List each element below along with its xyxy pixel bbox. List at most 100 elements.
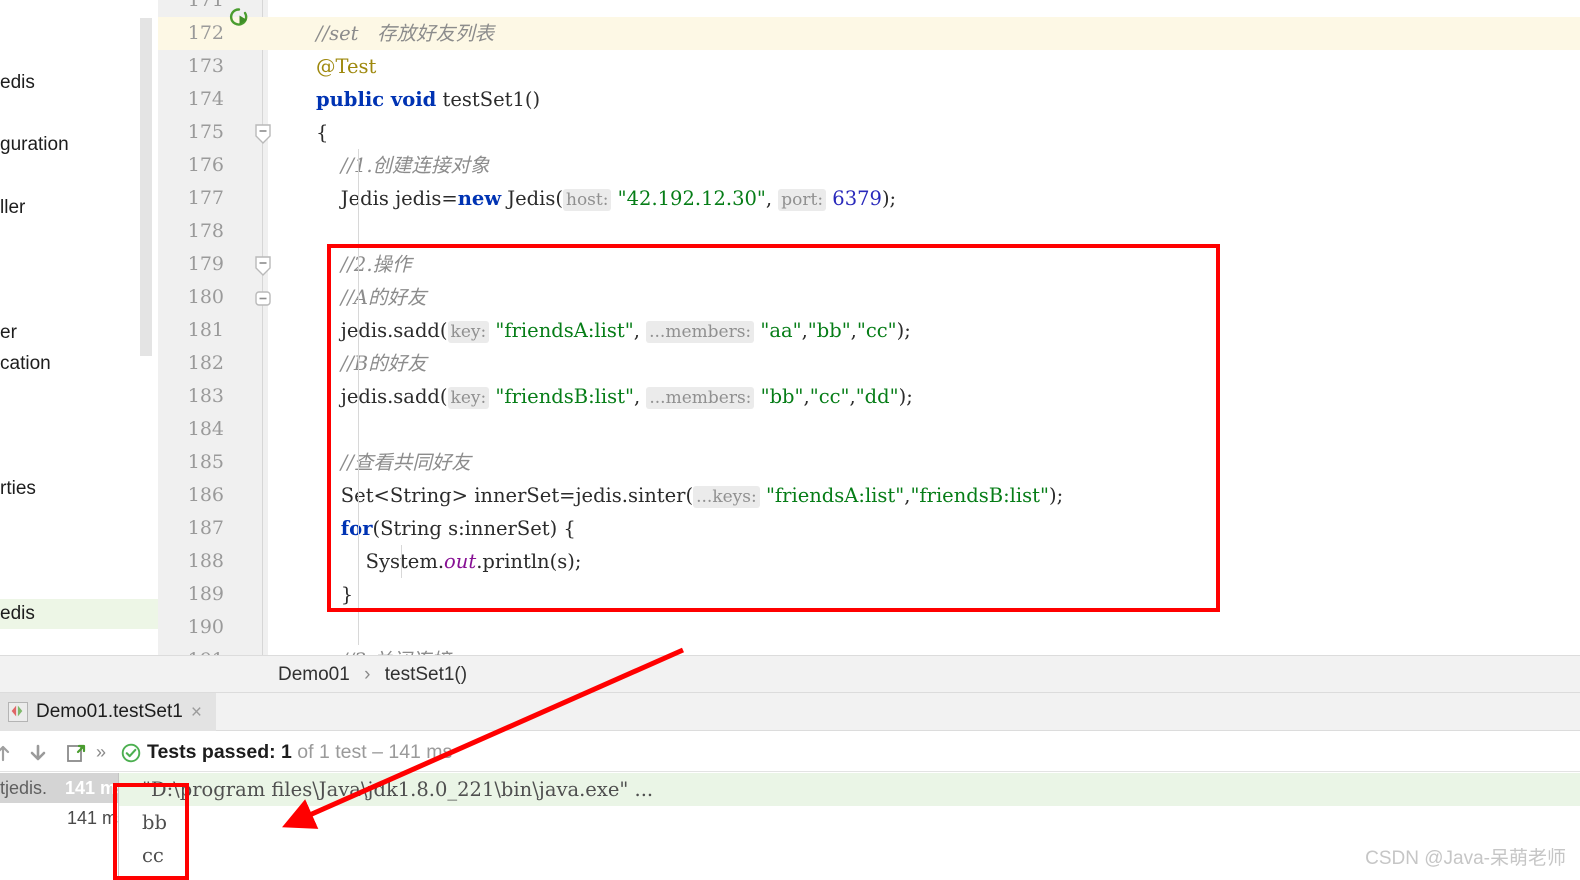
fold-collapse-icon[interactable] [255, 256, 271, 272]
line-number: 187 [158, 512, 224, 545]
line-number: 181 [158, 314, 224, 347]
code-text[interactable]: //A的好友 [316, 281, 427, 314]
code-text[interactable]: System.out.println(s); [316, 545, 581, 578]
project-sidebar: edis guration ller ercation rties edis [0, 0, 158, 663]
test-tree-row[interactable]: 141 ms [0, 803, 118, 833]
editor-line[interactable]: 181 jedis.sadd(key: "friendsA:list", ...… [158, 314, 1580, 347]
sidebar-item[interactable]: er [0, 318, 17, 348]
code-text[interactable]: //2.操作 [316, 248, 412, 281]
editor-line[interactable]: 172 //set 存放好友列表 [158, 17, 1580, 50]
line-number: 182 [158, 347, 224, 380]
test-status-text: Tests passed: 1 of 1 test – 141 ms [147, 732, 452, 772]
breadcrumb-separator-icon: › [355, 664, 379, 685]
fold-collapse-icon[interactable] [255, 289, 271, 305]
editor-line[interactable]: 190 [158, 611, 1580, 644]
editor-line[interactable]: 183 jedis.sadd(key: "friendsB:list", ...… [158, 380, 1580, 413]
run-tab-demo01-testset1[interactable]: Demo01.testSet1 × [0, 693, 216, 731]
test-tree-row-duration: 141 ms [65, 773, 118, 803]
tests-passed-detail: of 1 test – 141 ms [292, 741, 452, 763]
code-text[interactable]: //set 存放好友列表 [316, 17, 494, 50]
console-output[interactable]: "D:\program files\Java\jdk1.8.0_221\bin\… [119, 773, 1580, 880]
line-number: 185 [158, 446, 224, 479]
editor-line[interactable]: 180 //A的好友 [158, 281, 1580, 314]
code-text[interactable]: { [316, 116, 328, 149]
editor-line[interactable]: 177 Jedis jedis=new Jedis(host: "42.192.… [158, 182, 1580, 215]
line-number: 188 [158, 545, 224, 578]
line-number: 171 [158, 0, 224, 17]
line-number: 183 [158, 380, 224, 413]
editor-line[interactable]: 186 Set<String> innerSet=jedis.sinter(..… [158, 479, 1580, 512]
test-result-tree[interactable]: tjedis. 141 ms141 ms [0, 773, 118, 880]
sidebar-item[interactable]: edis [0, 599, 158, 629]
code-text[interactable]: jedis.sadd(key: "friendsB:list", ...memb… [316, 380, 913, 413]
line-number: 178 [158, 215, 224, 248]
line-number: 177 [158, 182, 224, 215]
run-tool-window: Demo01.testSet1 × » [0, 693, 1580, 880]
console-line: cc [142, 839, 164, 872]
code-text[interactable]: Set<String> innerSet=jedis.sinter(...key… [316, 479, 1063, 512]
line-number: 190 [158, 611, 224, 644]
code-text[interactable]: //3.关闭连接 [316, 644, 451, 655]
watermark: CSDN @Java-呆萌老师 [1365, 843, 1566, 870]
tests-passed-check-icon [121, 743, 141, 763]
code-text[interactable]: @Test [316, 50, 376, 83]
line-number: 184 [158, 413, 224, 446]
editor-line[interactable]: 171 [158, 0, 1580, 17]
editor-line[interactable]: 173@Test [158, 50, 1580, 83]
code-text[interactable]: //1.创建连接对象 [316, 149, 490, 182]
editor-line[interactable]: 184 [158, 413, 1580, 446]
line-number: 189 [158, 578, 224, 611]
line-number: 180 [158, 281, 224, 314]
export-test-results-icon[interactable] [65, 742, 87, 764]
breadcrumb-method[interactable]: testSet1() [385, 664, 467, 685]
editor-line[interactable]: 188 System.out.println(s); [158, 545, 1580, 578]
tests-passed-label: Tests passed: 1 [147, 741, 292, 763]
line-number: 176 [158, 149, 224, 182]
toolbar-overflow-icon[interactable]: » [96, 742, 106, 763]
test-tree-row[interactable]: tjedis. 141 ms [0, 773, 118, 803]
code-text[interactable]: } [316, 578, 353, 611]
code-text[interactable]: //B的好友 [316, 347, 427, 380]
indent-guide [358, 149, 359, 645]
sidebar-item[interactable]: ller [0, 193, 25, 223]
run-tab-bar: Demo01.testSet1 × [0, 693, 1580, 731]
run-tab-label: Demo01.testSet1 [36, 701, 183, 723]
breadcrumb-class[interactable]: Demo01 [278, 664, 350, 685]
editor-line[interactable]: 182 //B的好友 [158, 347, 1580, 380]
code-text[interactable]: for(String s:innerSet) { [316, 512, 576, 545]
console-line: bb [142, 806, 167, 839]
close-icon[interactable]: × [191, 703, 202, 722]
code-text[interactable]: public void testSet1() [316, 83, 540, 116]
code-text[interactable]: //查看共同好友 [316, 446, 471, 479]
ide-screenshot: edis guration ller ercation rties edis 171172… [0, 0, 1580, 880]
console-line: "D:\program files\Java\jdk1.8.0_221\bin\… [119, 773, 1580, 806]
sidebar-item[interactable]: cation [0, 349, 51, 379]
fold-collapse-icon[interactable] [255, 124, 271, 140]
run-test-gutter-icon[interactable] [228, 6, 250, 28]
code-text[interactable]: jedis.sadd(key: "friendsA:list", ...memb… [316, 314, 911, 347]
indent-guide [401, 545, 402, 578]
sidebar-item[interactable]: rties [0, 474, 36, 504]
sidebar-item[interactable]: guration [0, 130, 69, 160]
sidebar-scrollbar[interactable] [140, 18, 152, 356]
editor-line[interactable]: 187 for(String s:innerSet) { [158, 512, 1580, 545]
test-tree-row-name: tjedis. [0, 778, 47, 798]
editor-line[interactable]: 174 public void testSet1() [158, 83, 1580, 116]
editor-line[interactable]: 178 [158, 215, 1580, 248]
line-number: 174 [158, 83, 224, 116]
editor-line[interactable]: 191 //3.关闭连接 [158, 644, 1580, 655]
sidebar-item[interactable]: edis [0, 68, 35, 98]
code-text[interactable]: Jedis jedis=new Jedis(host: "42.192.12.3… [316, 182, 896, 215]
editor-line[interactable]: 179 //2.操作 [158, 248, 1580, 281]
editor-line[interactable]: 189 } [158, 578, 1580, 611]
line-number: 172 [158, 17, 224, 50]
breadcrumb[interactable]: Demo01 › testSet1() [0, 655, 1580, 693]
prev-failed-test-icon[interactable] [0, 744, 12, 762]
next-failed-test-icon[interactable] [28, 743, 48, 763]
editor-line[interactable]: 185 //查看共同好友 [158, 446, 1580, 479]
editor-line[interactable]: 176 //1.创建连接对象 [158, 149, 1580, 182]
run-toolbar: » Tests passed: 1 of 1 test – 141 ms [0, 732, 1580, 772]
editor-line[interactable]: 175{ [158, 116, 1580, 149]
code-editor[interactable]: 171172 //set 存放好友列表173@Test174 public void… [158, 0, 1580, 655]
line-number: 191 [158, 644, 224, 655]
